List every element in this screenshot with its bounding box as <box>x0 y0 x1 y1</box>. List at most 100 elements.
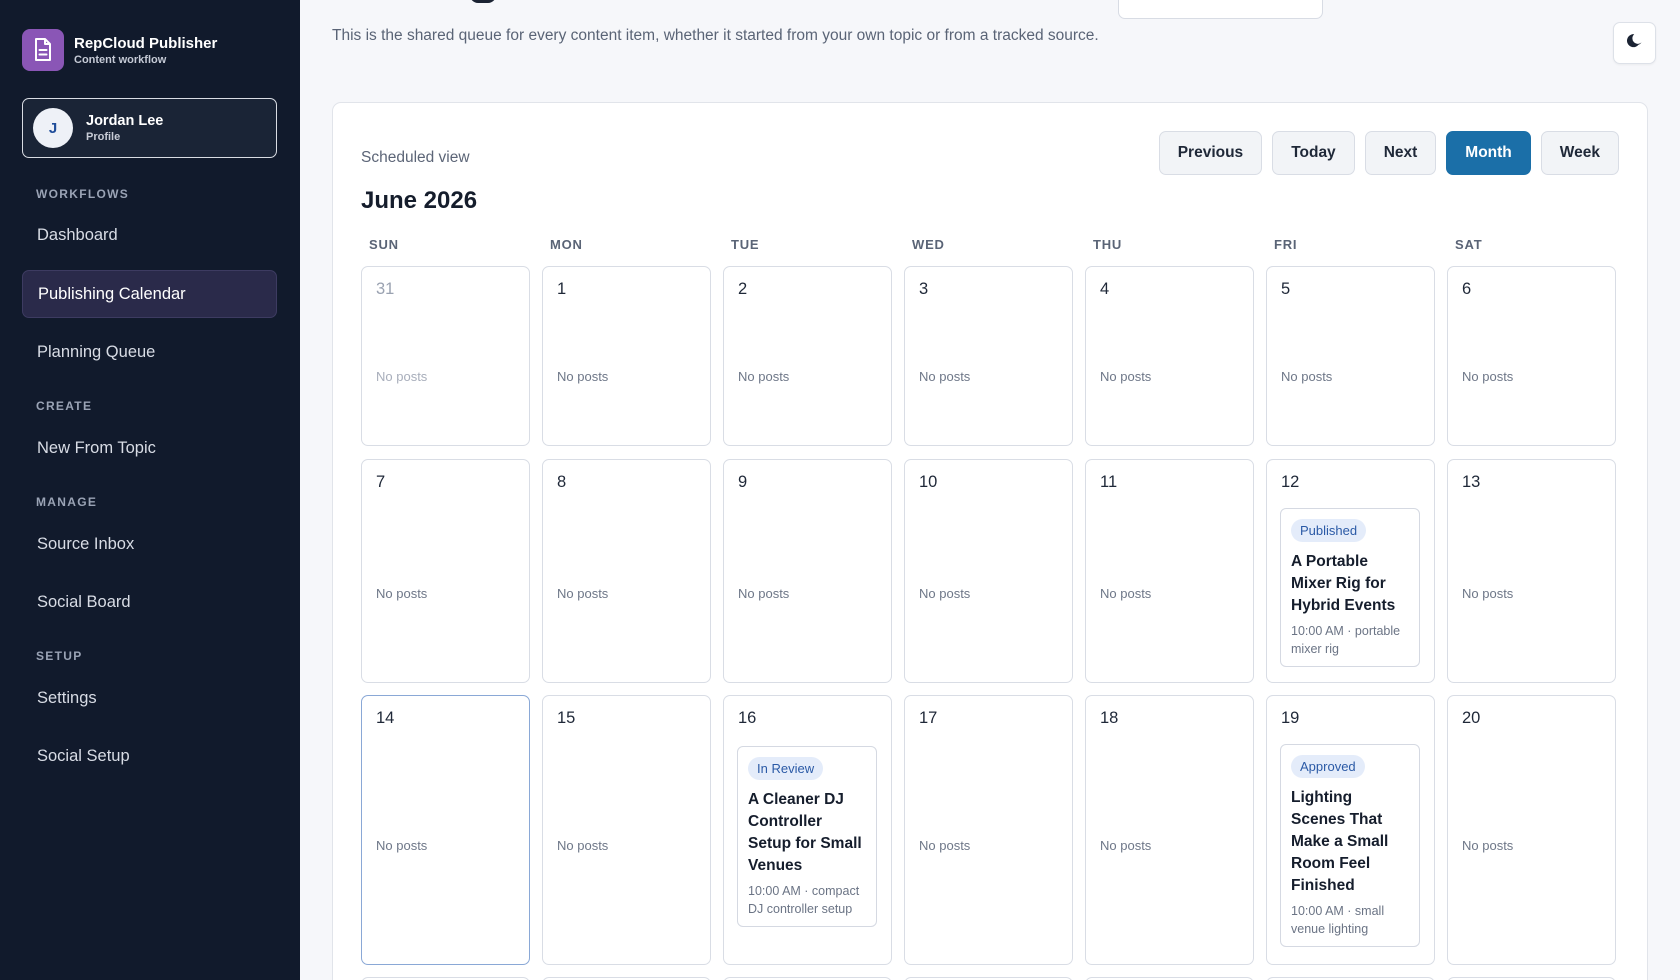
day-number: 11 <box>1100 473 1118 491</box>
post-meta: 10:00 AM · small venue lighting <box>1291 904 1385 936</box>
week-view-button[interactable]: Week <box>1540 131 1619 175</box>
calendar-day-cell[interactable]: 18 No posts <box>1085 695 1254 965</box>
weekday-label: SAT <box>1455 237 1483 252</box>
theme-toggle-button[interactable] <box>1613 22 1656 64</box>
calendar-day-cell[interactable]: 12 Published A Portable Mixer Rig for Hybr… <box>1266 459 1435 683</box>
day-number: 10 <box>919 473 938 491</box>
no-posts-label: No posts <box>557 586 609 601</box>
previous-button[interactable]: Previous <box>1158 131 1263 175</box>
nav-item-settings[interactable]: Settings <box>22 674 277 722</box>
weekday-label: TUE <box>731 237 760 252</box>
sidebar: RepCloud Publisher Content workflow J Jo… <box>0 0 300 980</box>
calendar-day-cell[interactable]: 11 No posts <box>1085 459 1254 683</box>
calendar-day-cell[interactable]: 2 No posts <box>723 266 892 446</box>
calendar-day-cell[interactable]: 6 No posts <box>1447 266 1616 446</box>
calendar-day-cell[interactable]: 16 In Review A Cleaner DJ Controller Setup… <box>723 695 892 965</box>
day-number: 14 <box>376 709 395 727</box>
no-posts-label: No posts <box>1100 586 1152 601</box>
status-badge: Approved <box>1291 755 1365 778</box>
brand[interactable]: RepCloud Publisher Content workflow <box>22 29 217 71</box>
post-card[interactable]: Published A Portable Mixer Rig for Hybrid… <box>1280 508 1420 667</box>
no-posts-label: No posts <box>557 838 609 853</box>
status-badge: In Review <box>748 757 824 780</box>
day-number: 13 <box>1462 473 1481 491</box>
no-posts-label: No posts <box>376 369 428 384</box>
nav-section-workflows: WORKFLOWS <box>36 187 130 201</box>
day-number: 19 <box>1281 709 1300 727</box>
nav-item-new-from-topic[interactable]: New From Topic <box>22 424 277 472</box>
day-number: 20 <box>1462 709 1481 727</box>
document-icon <box>22 29 64 71</box>
calendar-day-cell[interactable]: 31 No posts <box>361 266 530 446</box>
no-posts-label: No posts <box>1462 586 1514 601</box>
no-posts-label: No posts <box>376 586 428 601</box>
day-number: 31 <box>376 280 395 298</box>
no-posts-label: No posts <box>1100 838 1152 853</box>
header-action-button[interactable] <box>1118 0 1323 19</box>
calendar-day-cell[interactable]: 19 Approved Lighting Scenes That Make a Sm… <box>1266 695 1435 965</box>
brand-title: RepCloud Publisher <box>74 34 218 52</box>
calendar-card: Scheduled view June 2026 Previous Today … <box>332 102 1648 980</box>
no-posts-label: No posts <box>919 586 971 601</box>
post-card[interactable]: In Review A Cleaner DJ Controller Setup f… <box>737 746 877 927</box>
day-number: 12 <box>1281 473 1300 491</box>
profile-sub: Profile <box>86 131 121 143</box>
day-number: 4 <box>1100 280 1110 298</box>
no-posts-label: No posts <box>919 838 971 853</box>
nav-item-dashboard[interactable]: Dashboard <box>22 211 277 259</box>
month-view-button[interactable]: Month <box>1446 131 1531 175</box>
calendar-day-cell[interactable]: 1 No posts <box>542 266 711 446</box>
calendar-day-cell[interactable]: 3 No posts <box>904 266 1073 446</box>
nav-item-publishing-calendar[interactable]: Publishing Calendar <box>22 270 277 318</box>
calendar-day-cell[interactable]: 7 No posts <box>361 459 530 683</box>
day-number: 7 <box>376 473 386 491</box>
no-posts-label: No posts <box>919 369 971 384</box>
no-posts-label: No posts <box>1100 369 1152 384</box>
day-number: 17 <box>919 709 938 727</box>
next-button[interactable]: Next <box>1364 131 1437 175</box>
no-posts-label: No posts <box>376 838 428 853</box>
calendar-day-cell[interactable]: 13 No posts <box>1447 459 1616 683</box>
nav-item-planning-queue[interactable]: Planning Queue <box>22 328 277 376</box>
no-posts-label: No posts <box>1462 838 1514 853</box>
post-title: Lighting Scenes That Make a Small Room F… <box>1291 789 1389 894</box>
no-posts-label: No posts <box>738 369 790 384</box>
no-posts-label: No posts <box>1462 369 1514 384</box>
page-title-edge <box>470 0 496 3</box>
calendar-day-cell[interactable]: 9 No posts <box>723 459 892 683</box>
view-label: Scheduled view <box>361 149 470 166</box>
day-number: 18 <box>1100 709 1119 727</box>
weekday-label: MON <box>550 237 583 252</box>
calendar-toolbar: Previous Today Next Month Week <box>1158 131 1619 175</box>
calendar-day-cell[interactable]: 4 No posts <box>1085 266 1254 446</box>
status-badge: Published <box>1291 519 1367 542</box>
calendar-day-cell[interactable]: 20 No posts <box>1447 695 1616 965</box>
day-number: 1 <box>557 280 567 298</box>
avatar: J <box>33 108 73 148</box>
day-number: 3 <box>919 280 929 298</box>
nav-section-manage: MANAGE <box>36 495 98 509</box>
nav-item-social-setup[interactable]: Social Setup <box>22 732 277 780</box>
post-card[interactable]: Approved Lighting Scenes That Make a Smal… <box>1280 744 1420 947</box>
day-number: 8 <box>557 473 567 491</box>
calendar-day-cell[interactable]: 10 No posts <box>904 459 1073 683</box>
moon-icon <box>1626 32 1644 55</box>
calendar-day-cell[interactable]: 17 No posts <box>904 695 1073 965</box>
day-number: 16 <box>738 709 757 727</box>
weekday-label: FRI <box>1274 237 1298 252</box>
today-button[interactable]: Today <box>1272 131 1355 175</box>
no-posts-label: No posts <box>557 369 609 384</box>
nav-item-source-inbox[interactable]: Source Inbox <box>22 520 277 568</box>
day-number: 9 <box>738 473 748 491</box>
profile-name: Jordan Lee <box>86 113 164 129</box>
nav-section-create: CREATE <box>36 399 93 413</box>
profile-card[interactable]: J Jordan Lee Profile <box>22 98 277 158</box>
calendar-day-cell-today[interactable]: 14 No posts <box>361 695 530 965</box>
post-title: A Portable Mixer Rig for Hybrid Events <box>1291 553 1396 614</box>
calendar-day-cell[interactable]: 8 No posts <box>542 459 711 683</box>
nav-item-social-board[interactable]: Social Board <box>22 578 277 626</box>
calendar-day-cell[interactable]: 15 No posts <box>542 695 711 965</box>
day-number: 2 <box>738 280 748 298</box>
no-posts-label: No posts <box>1281 369 1333 384</box>
calendar-day-cell[interactable]: 5 No posts <box>1266 266 1435 446</box>
